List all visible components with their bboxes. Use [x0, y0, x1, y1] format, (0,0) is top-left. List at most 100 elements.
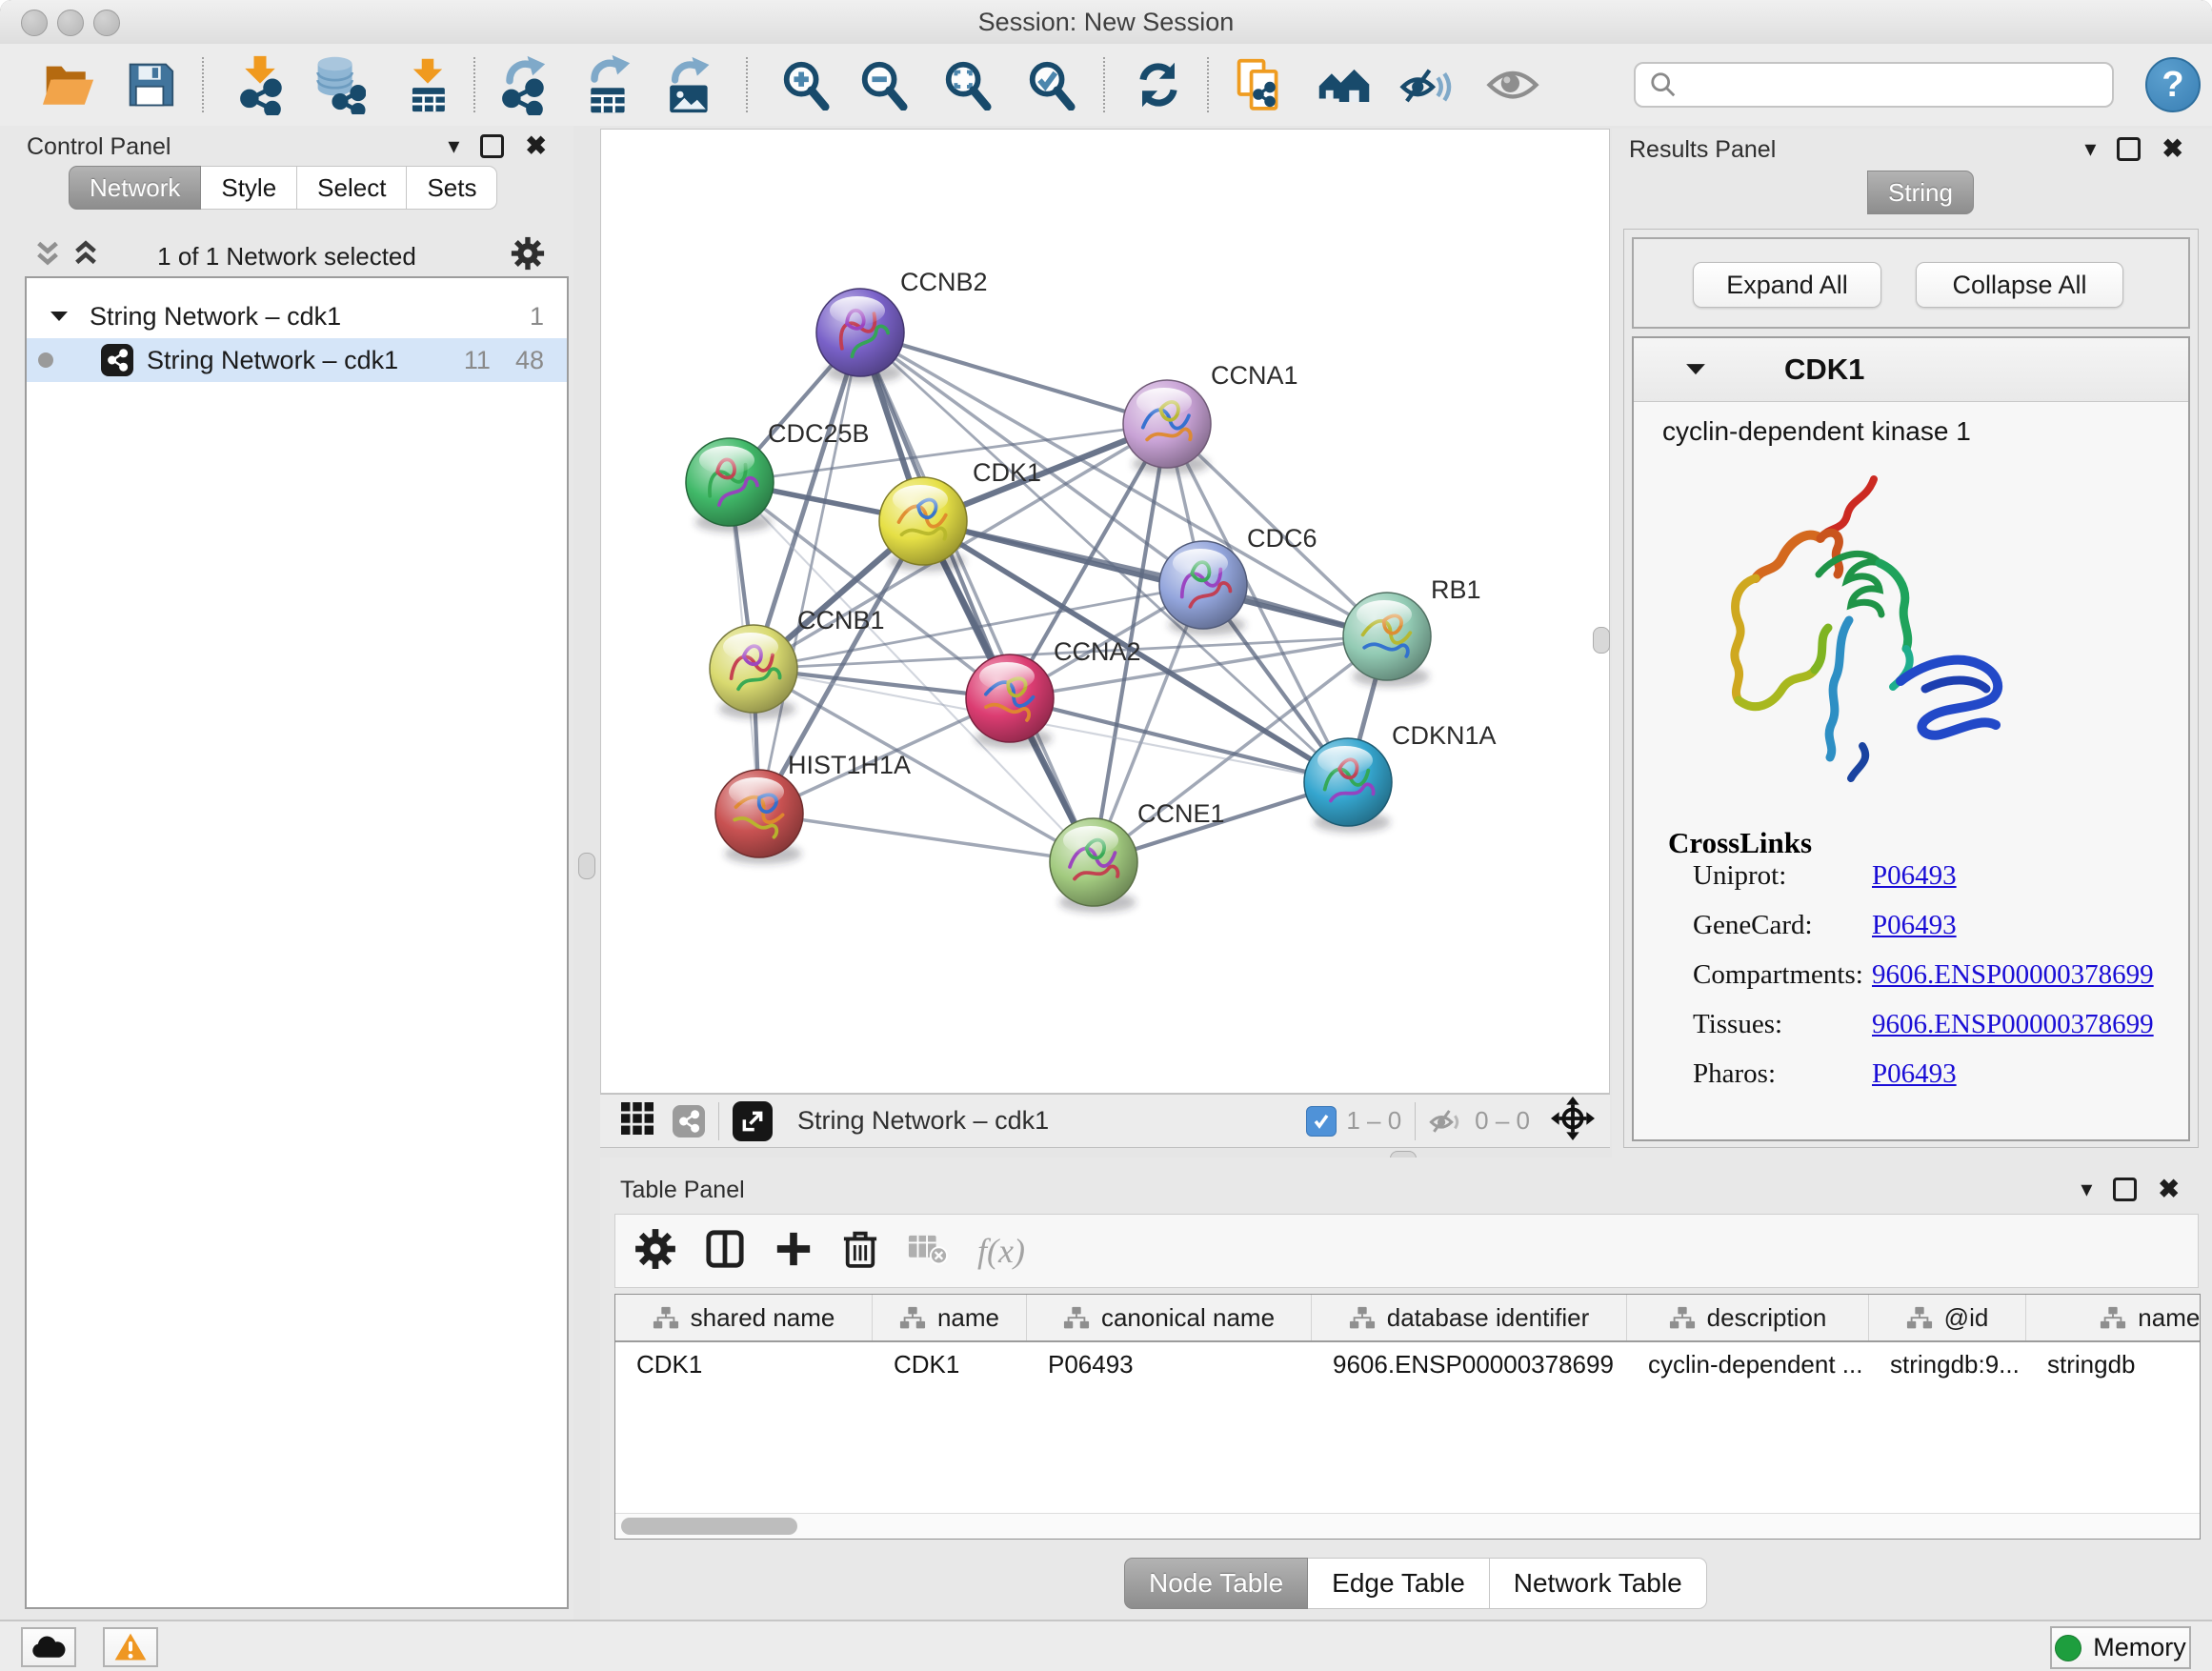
- network-node-cdkn1a[interactable]: [1304, 738, 1392, 833]
- network-edge[interactable]: [860, 332, 1167, 424]
- selected-nodes-checkbox[interactable]: [1306, 1106, 1337, 1137]
- network-canvas[interactable]: CCNB2CCNA1CDC25BCDK1CDC6RB1CCNB1CCNA2CDK…: [600, 129, 1610, 1094]
- column-header-name[interactable]: name: [873, 1295, 1027, 1340]
- control-panel-menu-button[interactable]: ▾: [448, 135, 459, 158]
- create-column-button[interactable]: [774, 1229, 814, 1274]
- delete-column-button[interactable]: [842, 1228, 878, 1275]
- show-all-panels-button[interactable]: [1315, 55, 1374, 114]
- network-node-cdk1[interactable]: [879, 477, 967, 572]
- tab-string[interactable]: String: [1867, 171, 1974, 214]
- crosslink-link[interactable]: 9606.ENSP00000378699: [1872, 1009, 2154, 1040]
- warnings-button[interactable]: [103, 1627, 158, 1667]
- table-cell[interactable]: CDK1: [873, 1342, 1027, 1386]
- tab-network-table[interactable]: Network Table: [1490, 1558, 1707, 1609]
- network-node-ccna2[interactable]: [966, 654, 1054, 749]
- results-entry-header[interactable]: CDK1: [1634, 338, 2188, 402]
- apply-layout-button[interactable]: [1129, 55, 1188, 114]
- network-node-ccne1[interactable]: [1050, 818, 1137, 913]
- crosslink-link[interactable]: P06493: [1872, 910, 1957, 941]
- column-header-namespace[interactable]: namespace: [2026, 1295, 2201, 1340]
- crosslink-link[interactable]: P06493: [1872, 1058, 1957, 1090]
- network-list-options-button[interactable]: [511, 236, 545, 275]
- network-node-rb1[interactable]: [1343, 593, 1431, 687]
- export-network-button[interactable]: [493, 55, 552, 114]
- export-image-icon: [663, 56, 713, 114]
- network-graph[interactable]: CCNB2CCNA1CDC25BCDK1CDC6RB1CCNB1CCNA2CDK…: [601, 130, 1609, 1093]
- table-cell[interactable]: P06493: [1027, 1342, 1312, 1386]
- table-panel-close-button[interactable]: ✖: [2158, 1177, 2180, 1202]
- import-network-database-button[interactable]: [311, 55, 370, 114]
- results-panel-close-button[interactable]: ✖: [2162, 136, 2183, 162]
- control-panel-float-button[interactable]: [480, 134, 504, 158]
- node-table[interactable]: shared namenamecanonical namedatabase id…: [614, 1294, 2201, 1540]
- clone-network-button[interactable]: [1229, 55, 1288, 114]
- collapse-all-button[interactable]: Collapse All: [1916, 262, 2123, 308]
- table-cell[interactable]: stringdb: [2026, 1342, 2201, 1386]
- show-columns-button[interactable]: [705, 1229, 745, 1274]
- open-in-window-button[interactable]: [733, 1101, 773, 1141]
- network-node-ccnb2[interactable]: [816, 289, 904, 383]
- table-cell[interactable]: stringdb:9...: [1869, 1342, 2026, 1386]
- table-cell[interactable]: cyclin-dependent ...: [1627, 1342, 1869, 1386]
- crosslink-link[interactable]: 9606.ENSP00000378699: [1872, 959, 2154, 991]
- hide-panels-button[interactable]: [1397, 55, 1456, 114]
- tab-sets[interactable]: Sets: [407, 166, 497, 210]
- import-network-file-button[interactable]: [231, 55, 290, 114]
- column-header-canonical-name[interactable]: canonical name: [1027, 1295, 1312, 1340]
- tab-network[interactable]: Network: [69, 166, 201, 210]
- tab-style[interactable]: Style: [201, 166, 297, 210]
- tab-select[interactable]: Select: [297, 166, 407, 210]
- show-panels-button[interactable]: [1483, 55, 1542, 114]
- zoom-fit-button[interactable]: [937, 55, 996, 114]
- results-panel-float-button[interactable]: [2117, 137, 2141, 161]
- results-panel-menu-button[interactable]: ▾: [2084, 138, 2096, 161]
- table-panel-menu-button[interactable]: ▾: [2081, 1178, 2092, 1201]
- network-edge[interactable]: [860, 332, 1094, 862]
- fit-content-button[interactable]: [1551, 1097, 1595, 1145]
- network-edge[interactable]: [923, 521, 1387, 636]
- scrollbar-thumb[interactable]: [621, 1518, 797, 1535]
- grid-icon: [621, 1102, 654, 1135]
- save-session-button[interactable]: [121, 55, 180, 114]
- column-header--id[interactable]: @id: [1869, 1295, 2026, 1340]
- network-edge[interactable]: [759, 814, 1094, 862]
- table-cell[interactable]: 9606.ENSP00000378699: [1312, 1342, 1627, 1386]
- zoom-out-button[interactable]: [854, 55, 913, 114]
- tab-edge-table[interactable]: Edge Table: [1308, 1558, 1490, 1609]
- control-panel-close-button[interactable]: ✖: [525, 133, 547, 159]
- open-file-button[interactable]: [39, 55, 98, 114]
- string-view-button[interactable]: [673, 1105, 705, 1137]
- search-field[interactable]: [1634, 62, 2114, 108]
- network-row-selected[interactable]: String Network – cdk1 11 48: [27, 338, 567, 382]
- network-node-cdc25b[interactable]: [686, 438, 774, 533]
- table-cell[interactable]: CDK1: [615, 1342, 873, 1386]
- import-table-file-button[interactable]: [398, 55, 457, 114]
- table-panel-float-button[interactable]: [2113, 1178, 2137, 1201]
- table-data-row[interactable]: CDK1CDK1P064939606.ENSP00000378699cyclin…: [615, 1342, 2200, 1386]
- table-options-button[interactable]: [634, 1228, 676, 1275]
- expand-all-button[interactable]: Expand All: [1693, 262, 1881, 308]
- column-header-shared-name[interactable]: shared name: [615, 1295, 873, 1340]
- column-header-database-identifier[interactable]: database identifier: [1312, 1295, 1627, 1340]
- cloud-status-button[interactable]: [21, 1627, 76, 1667]
- crosslink-link[interactable]: P06493: [1872, 860, 1957, 892]
- birdseye-view-button[interactable]: [621, 1102, 654, 1139]
- left-splitter-handle[interactable]: [578, 853, 595, 879]
- right-splitter-handle[interactable]: [1593, 627, 1610, 654]
- zoom-in-button[interactable]: [775, 55, 835, 114]
- network-node-cdc6[interactable]: [1159, 541, 1247, 635]
- tab-node-table[interactable]: Node Table: [1124, 1558, 1308, 1609]
- memory-button[interactable]: Memory: [2050, 1626, 2191, 1669]
- network-node-ccna1[interactable]: [1123, 380, 1211, 474]
- table-horizontal-scrollbar[interactable]: [615, 1513, 2200, 1539]
- network-node-hist1h1a[interactable]: [715, 770, 803, 864]
- column-header-description[interactable]: description: [1627, 1295, 1869, 1340]
- export-table-button[interactable]: [577, 55, 636, 114]
- hidden-elements-icon[interactable]: [1429, 1105, 1465, 1137]
- network-collection-row[interactable]: String Network – cdk1 1: [27, 294, 567, 338]
- search-input[interactable]: [1687, 66, 2112, 104]
- help-button[interactable]: ?: [2145, 57, 2201, 112]
- export-image-button[interactable]: [658, 55, 717, 114]
- network-node-ccnb1[interactable]: [710, 625, 797, 719]
- zoom-selected-button[interactable]: [1021, 55, 1080, 114]
